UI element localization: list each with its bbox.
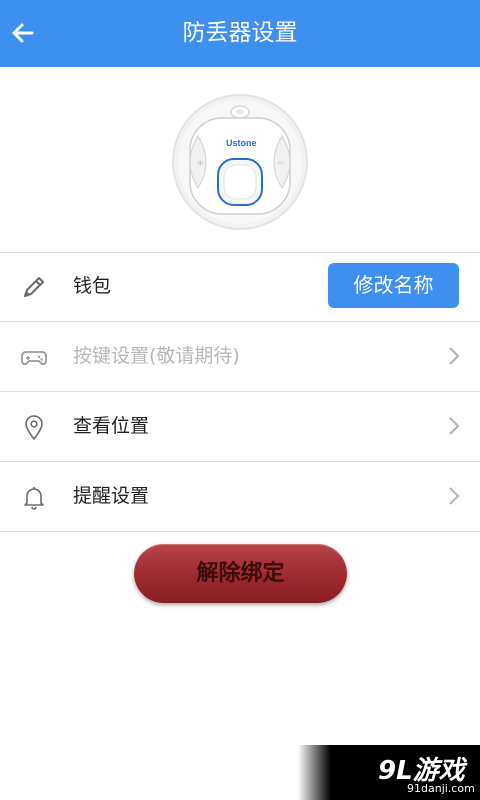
watermark-url-text: 91danji.com <box>407 782 475 795</box>
key-settings-row[interactable]: 按键设置(敬请期待) <box>0 322 480 390</box>
location-pin-icon <box>25 415 43 441</box>
view-location-row[interactable]: 查看位置 <box>0 392 480 460</box>
unbind-button[interactable]: 解除绑定 <box>134 544 347 603</box>
svg-text:+: + <box>196 158 204 169</box>
reminder-settings-label: 提醒设置 <box>73 485 150 507</box>
page-title: 防丢器设置 <box>182 20 298 46</box>
svg-text:−: − <box>276 158 284 169</box>
chevron-right-icon <box>449 417 460 435</box>
chevron-right-icon <box>449 487 460 505</box>
bell-icon <box>24 487 44 510</box>
rename-button[interactable]: 修改名称 <box>328 263 459 308</box>
device-name-label: 钱包 <box>73 275 112 297</box>
tracker-device-image: + − Ustone <box>172 94 308 230</box>
device-brand-text: Ustone <box>226 138 257 148</box>
chevron-right-icon <box>449 347 460 365</box>
view-location-label: 查看位置 <box>73 415 150 437</box>
app-header: 防丢器设置 <box>0 0 480 67</box>
pencil-icon <box>24 277 44 297</box>
gamepad-icon <box>21 351 47 366</box>
divider <box>0 531 480 532</box>
key-settings-label: 按键设置(敬请期待) <box>73 345 240 367</box>
reminder-settings-row[interactable]: 提醒设置 <box>0 462 480 530</box>
